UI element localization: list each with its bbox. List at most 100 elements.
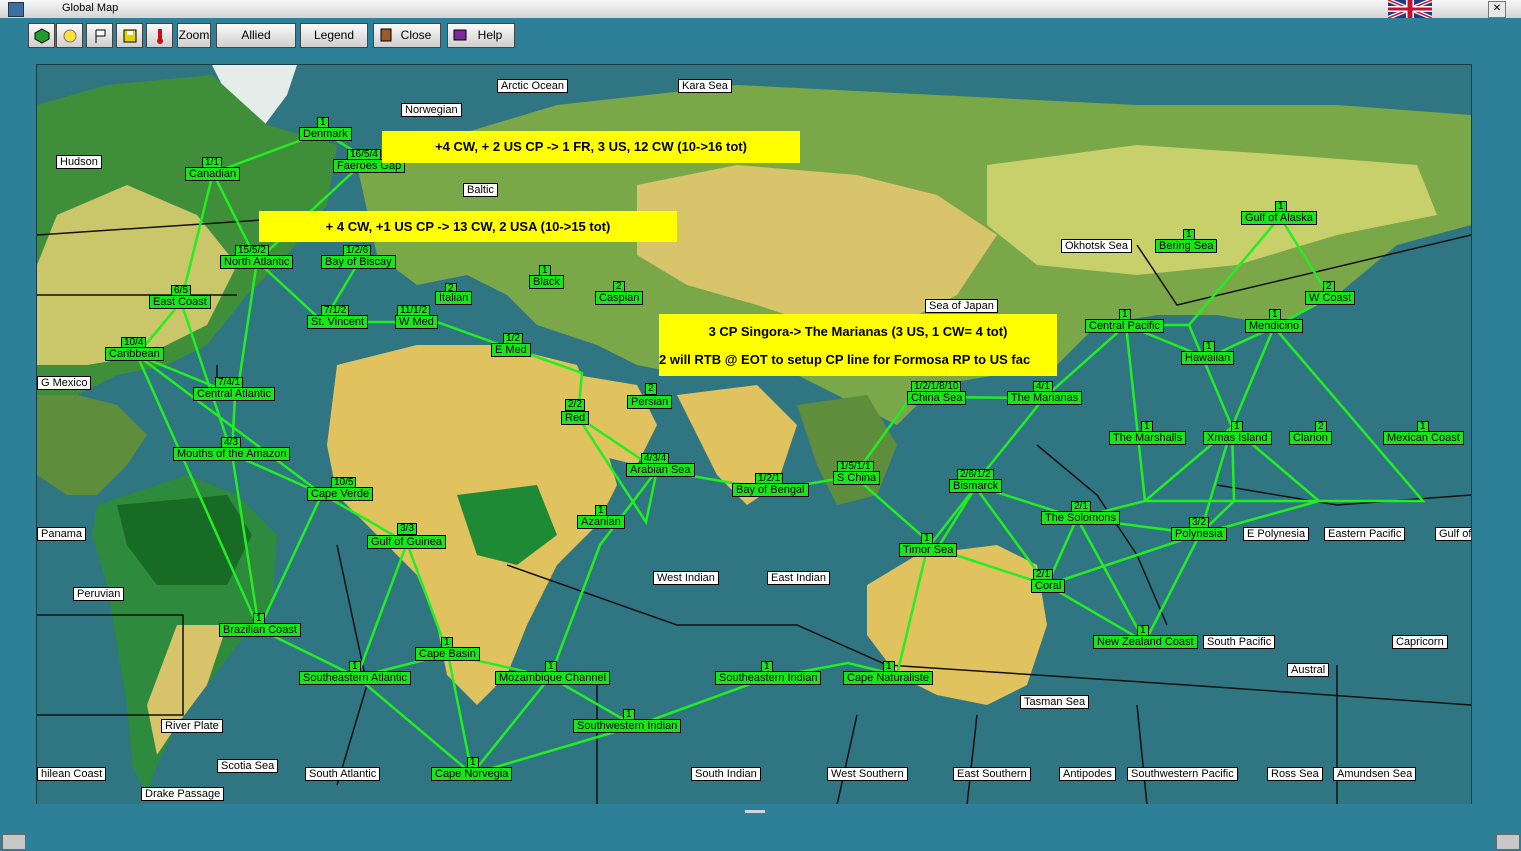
zone-cape-naturaliste[interactable]: Cape Naturaliste bbox=[843, 671, 933, 685]
zone-mouths-amazon[interactable]: Mouths of the Amazon bbox=[173, 447, 291, 461]
sea-baltic[interactable]: Baltic bbox=[463, 183, 498, 197]
sea-panama[interactable]: Panama bbox=[37, 527, 86, 541]
sea-kara[interactable]: Kara Sea bbox=[678, 79, 732, 93]
zone-nz-coast[interactable]: New Zealand Coast bbox=[1093, 635, 1198, 649]
window-close-icon[interactable]: ✕ bbox=[1488, 1, 1506, 18]
sea-amundsen[interactable]: Amundsen Sea bbox=[1333, 767, 1417, 781]
help-button[interactable]: Help bbox=[447, 23, 515, 48]
zone-caspian[interactable]: Caspian bbox=[595, 291, 644, 305]
sea-norwegian[interactable]: Norwegian bbox=[401, 103, 462, 117]
horizontal-scroll-grip[interactable] bbox=[745, 810, 765, 813]
zone-timor-sea[interactable]: Timor Sea bbox=[899, 543, 958, 557]
zone-bismarck[interactable]: Bismarck bbox=[949, 479, 1003, 493]
highlight-button[interactable] bbox=[56, 23, 83, 48]
zoom-button[interactable]: Zoom bbox=[177, 23, 211, 48]
legend-button[interactable]: Legend bbox=[300, 23, 368, 48]
sea-south-pacific[interactable]: South Pacific bbox=[1203, 635, 1276, 649]
zone-xmas-island[interactable]: Xmas Island bbox=[1203, 431, 1272, 445]
sea-ross[interactable]: Ross Sea bbox=[1267, 767, 1323, 781]
sea-drake-passage[interactable]: Drake Passage bbox=[141, 787, 225, 801]
note-marianas-line2: 2 will RTB @ EOT to setup CP line for Fo… bbox=[659, 352, 1031, 367]
zone-black[interactable]: Black bbox=[529, 275, 564, 289]
zone-bering-sea[interactable]: Bering Sea bbox=[1155, 239, 1218, 253]
close-button[interactable]: Close bbox=[373, 23, 441, 48]
sea-hudson[interactable]: Hudson bbox=[56, 155, 102, 169]
zone-bay-of-biscay[interactable]: Bay of Biscay bbox=[321, 255, 396, 269]
save-button[interactable] bbox=[116, 23, 143, 48]
flag-button[interactable] bbox=[86, 23, 113, 48]
zone-east-coast[interactable]: East Coast bbox=[149, 295, 211, 309]
zone-southwestern-indian[interactable]: Southwestern Indian bbox=[573, 719, 682, 733]
zone-brazilian-coast[interactable]: Brazilian Coast bbox=[219, 623, 301, 637]
zone-the-solomons[interactable]: The Solomons bbox=[1041, 511, 1120, 525]
zone-w-coast[interactable]: W Coast bbox=[1305, 291, 1356, 305]
sea-tasman[interactable]: Tasman Sea bbox=[1020, 695, 1090, 709]
zone-china-sea[interactable]: China Sea bbox=[907, 391, 967, 405]
note-marianas-line1: 3 CP Singora-> The Marianas (3 US, 1 CW=… bbox=[708, 324, 1008, 339]
sea-south-indian[interactable]: South Indian bbox=[691, 767, 761, 781]
zone-polynesia[interactable]: Polynesia bbox=[1171, 527, 1227, 541]
zone-st-vincent[interactable]: St. Vincent bbox=[307, 315, 368, 329]
zone-central-atlantic[interactable]: Central Atlantic bbox=[193, 387, 275, 401]
sea-arctic-ocean[interactable]: Arctic Ocean bbox=[497, 79, 568, 93]
zone-north-atlantic[interactable]: North Atlantic bbox=[220, 255, 294, 269]
zone-cape-verde[interactable]: Cape Verde bbox=[307, 487, 374, 501]
sea-gulf-of[interactable]: Gulf of bbox=[1435, 527, 1471, 541]
sea-west-indian[interactable]: West Indian bbox=[653, 571, 719, 585]
sea-e-polynesia[interactable]: E Polynesia bbox=[1243, 527, 1310, 541]
zone-mendicino[interactable]: Mendicino bbox=[1245, 319, 1304, 333]
zone-caribbean[interactable]: Caribbean bbox=[105, 347, 164, 361]
sea-east-southern[interactable]: East Southern bbox=[953, 767, 1031, 781]
zone-cape-norvegia[interactable]: Cape Norvegia bbox=[431, 767, 513, 781]
unit-filter-button[interactable] bbox=[28, 23, 55, 48]
zone-e-med[interactable]: E Med bbox=[491, 343, 531, 357]
zone-clarion[interactable]: Clarion bbox=[1289, 431, 1332, 445]
zone-coral[interactable]: Coral bbox=[1031, 579, 1066, 593]
sea-eastern-pacific[interactable]: Eastern Pacific bbox=[1324, 527, 1406, 541]
zone-southeastern-atlantic[interactable]: Southeastern Atlantic bbox=[299, 671, 411, 685]
zone-gulf-alaska[interactable]: Gulf of Alaska bbox=[1241, 211, 1317, 225]
zone-canadian[interactable]: Canadian bbox=[185, 167, 241, 181]
count-persian: 2 bbox=[645, 383, 657, 395]
disk-icon bbox=[123, 29, 137, 43]
sea-japan[interactable]: Sea of Japan bbox=[925, 299, 998, 313]
sea-south-atlantic[interactable]: South Atlantic bbox=[305, 767, 381, 781]
zone-southeastern-indian[interactable]: Southeastern Indian bbox=[715, 671, 822, 685]
note-bay-of-biscay: + 4 CW, +1 US CP -> 13 CW, 2 USA (10->15… bbox=[259, 211, 677, 242]
thermometer-button[interactable] bbox=[146, 23, 173, 48]
zone-hawaiian[interactable]: Hawaiian bbox=[1181, 351, 1235, 365]
zone-arabian-sea[interactable]: Arabian Sea bbox=[626, 463, 695, 477]
zone-bay-of-bengal[interactable]: Bay of Bengal bbox=[732, 483, 809, 497]
sea-capricorn[interactable]: Capricorn bbox=[1392, 635, 1448, 649]
sea-peruvian[interactable]: Peruvian bbox=[73, 587, 125, 601]
sea-west-southern[interactable]: West Southern bbox=[827, 767, 908, 781]
zone-gulf-guinea[interactable]: Gulf of Guinea bbox=[367, 535, 446, 549]
zone-mexican-coast[interactable]: Mexican Coast bbox=[1383, 431, 1464, 445]
allied-convoys-button[interactable]: Allied Convoys bbox=[216, 23, 296, 65]
sea-chilean-coast[interactable]: hilean Coast bbox=[37, 767, 107, 781]
zone-the-marshalls[interactable]: The Marshalls bbox=[1109, 431, 1187, 445]
zone-w-med[interactable]: W Med bbox=[395, 315, 438, 329]
count-red: 2/2 bbox=[565, 399, 585, 411]
sea-scotia[interactable]: Scotia Sea bbox=[217, 759, 279, 773]
zone-cape-basin[interactable]: Cape Basin bbox=[415, 647, 480, 661]
zone-the-marianas[interactable]: The Marianas bbox=[1007, 391, 1083, 405]
sea-okhotsk[interactable]: Okhotsk Sea bbox=[1061, 239, 1132, 253]
zone-denmark[interactable]: Denmark bbox=[299, 127, 352, 141]
sea-austral[interactable]: Austral bbox=[1287, 663, 1330, 677]
title-bar: Global Map ✕ bbox=[0, 0, 1521, 19]
global-map[interactable]: Arctic Ocean Kara Sea Norwegian Hudson B… bbox=[36, 64, 1472, 806]
zone-red[interactable]: Red bbox=[561, 411, 590, 425]
zone-central-pacific[interactable]: Central Pacific bbox=[1085, 319, 1164, 333]
sea-river-plate[interactable]: River Plate bbox=[161, 719, 223, 733]
window-icon bbox=[8, 2, 24, 17]
sea-antipodes[interactable]: Antipodes bbox=[1059, 767, 1116, 781]
zone-azanian[interactable]: Azanian bbox=[577, 515, 625, 529]
zone-italian[interactable]: Italian bbox=[435, 291, 473, 305]
sea-gulf-mexico[interactable]: G Mexico bbox=[37, 376, 92, 390]
zone-persian[interactable]: Persian bbox=[627, 395, 673, 409]
sea-southwestern-pacific[interactable]: Southwestern Pacific bbox=[1127, 767, 1238, 781]
zone-s-china[interactable]: S China bbox=[833, 471, 881, 485]
sea-east-indian[interactable]: East Indian bbox=[767, 571, 831, 585]
zone-mozambique-channel[interactable]: Mozambique Channel bbox=[495, 671, 611, 685]
